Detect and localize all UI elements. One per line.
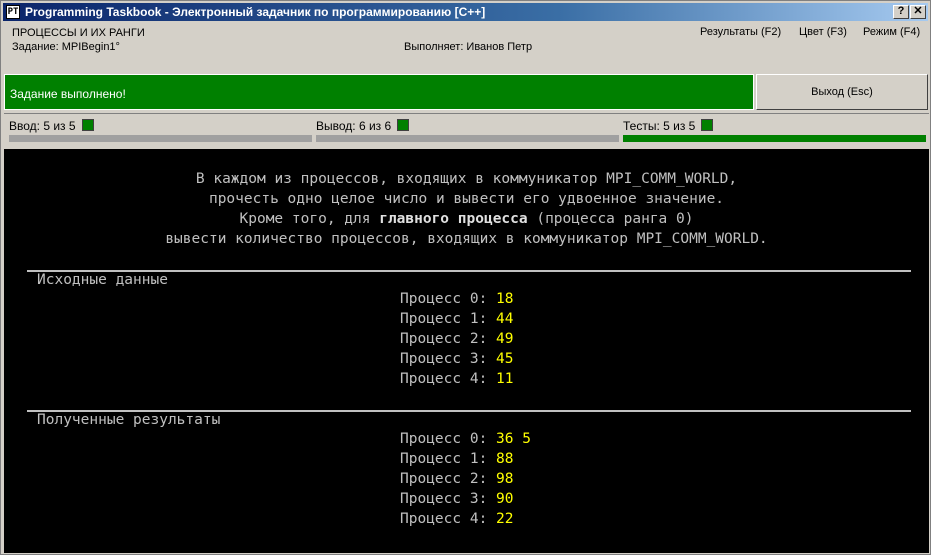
tests-status-indicator <box>701 119 714 131</box>
task-text-line-1: В каждом из процессов, входящих в коммун… <box>195 171 738 187</box>
menu-results[interactable]: Результаты (F2) <box>700 26 781 38</box>
tests-progress-bar <box>623 135 926 142</box>
input-row-label: Процесс 3: <box>400 351 488 367</box>
input-progress: Ввод: 5 из 5 <box>9 119 94 133</box>
task-text-line-2: прочесть одно целое число и вывести его … <box>208 191 725 207</box>
output-row-value: 88 <box>496 451 514 467</box>
output-progress: Вывод: 6 из 6 <box>316 119 410 133</box>
menu-mode[interactable]: Режим (F4) <box>863 26 920 38</box>
tests-progress-fill <box>623 135 926 142</box>
output-row-label: Процесс 4: <box>400 511 488 527</box>
input-row: Процесс 3: 45 <box>400 351 514 367</box>
task-group: ПРОЦЕССЫ И ИХ РАНГИ <box>12 27 145 39</box>
input-progress-bar <box>9 135 312 142</box>
output-row: Процесс 1: 88 <box>400 451 514 467</box>
output-status-indicator <box>397 119 410 131</box>
tests-progress: Тесты: 5 из 5 <box>623 119 714 133</box>
output-progress-label: Вывод: 6 из 6 <box>316 119 392 133</box>
menu-color[interactable]: Цвет (F3) <box>799 26 847 38</box>
task-text-line-3-pre: Кроме того, для <box>239 211 380 227</box>
exit-button[interactable]: Выход (Esc) <box>756 74 928 110</box>
output-row: Процесс 2: 98 <box>400 471 514 487</box>
task-text-line-4: вывести количество процессов, входящих в… <box>165 231 768 247</box>
input-row-value: 11 <box>496 371 514 387</box>
input-row-label: Процесс 4: <box>400 371 488 387</box>
input-row: Процесс 2: 49 <box>400 331 514 347</box>
output-row-label: Процесс 1: <box>400 451 488 467</box>
input-row: Процесс 1: 44 <box>400 311 514 327</box>
help-button[interactable]: ? <box>893 5 909 19</box>
output-row-label: Процесс 0: <box>400 431 488 447</box>
task-text-line-3: Кроме того, для главного процесса (проце… <box>4 211 929 227</box>
tests-progress-label: Тесты: 5 из 5 <box>623 119 696 133</box>
input-row-label: Процесс 2: <box>400 331 488 347</box>
output-row: Процесс 3: 90 <box>400 491 514 507</box>
output-row-label: Процесс 2: <box>400 471 488 487</box>
output-row-value: 98 <box>496 471 514 487</box>
status-message: Задание выполнено! <box>4 74 754 110</box>
main-window: PT Programming Taskbook - Электронный за… <box>0 0 931 555</box>
app-icon: PT <box>6 5 20 19</box>
input-row-value: 49 <box>496 331 514 347</box>
task-name: Задание: MPIBegin1° <box>12 41 120 53</box>
window-title: Programming Taskbook - Электронный задач… <box>25 5 486 19</box>
output-row: Процесс 0: 36 5 <box>400 431 531 447</box>
task-text-line-3-post: (процесса ранга 0) <box>527 211 694 227</box>
input-row-value: 44 <box>496 311 514 327</box>
output-progress-bar <box>316 135 619 142</box>
performer-name: Выполняет: Иванов Петр <box>404 41 533 53</box>
input-progress-label: Ввод: 5 из 5 <box>9 119 76 133</box>
task-console: В каждом из процессов, входящих в коммун… <box>4 149 929 553</box>
input-row: Процесс 4: 11 <box>400 371 514 387</box>
output-row-value: 36 5 <box>496 431 531 447</box>
output-section-title: Полученные результаты <box>37 412 221 428</box>
input-section-title: Исходные данные <box>37 272 168 288</box>
task-text-emphasis: главного процесса <box>379 211 528 227</box>
input-row-value: 18 <box>496 291 514 307</box>
output-row-value: 22 <box>496 511 514 527</box>
input-row-value: 45 <box>496 351 514 367</box>
close-button[interactable]: ✕ <box>910 5 926 19</box>
title-bar[interactable]: PT Programming Taskbook - Электронный за… <box>3 3 928 21</box>
input-status-indicator <box>81 119 94 131</box>
output-row-label: Процесс 3: <box>400 491 488 507</box>
input-row-label: Процесс 0: <box>400 291 488 307</box>
input-row: Процесс 0: 18 <box>400 291 514 307</box>
output-row-value: 90 <box>496 491 514 507</box>
separator <box>4 113 929 114</box>
output-row: Процесс 4: 22 <box>400 511 514 527</box>
input-row-label: Процесс 1: <box>400 311 488 327</box>
